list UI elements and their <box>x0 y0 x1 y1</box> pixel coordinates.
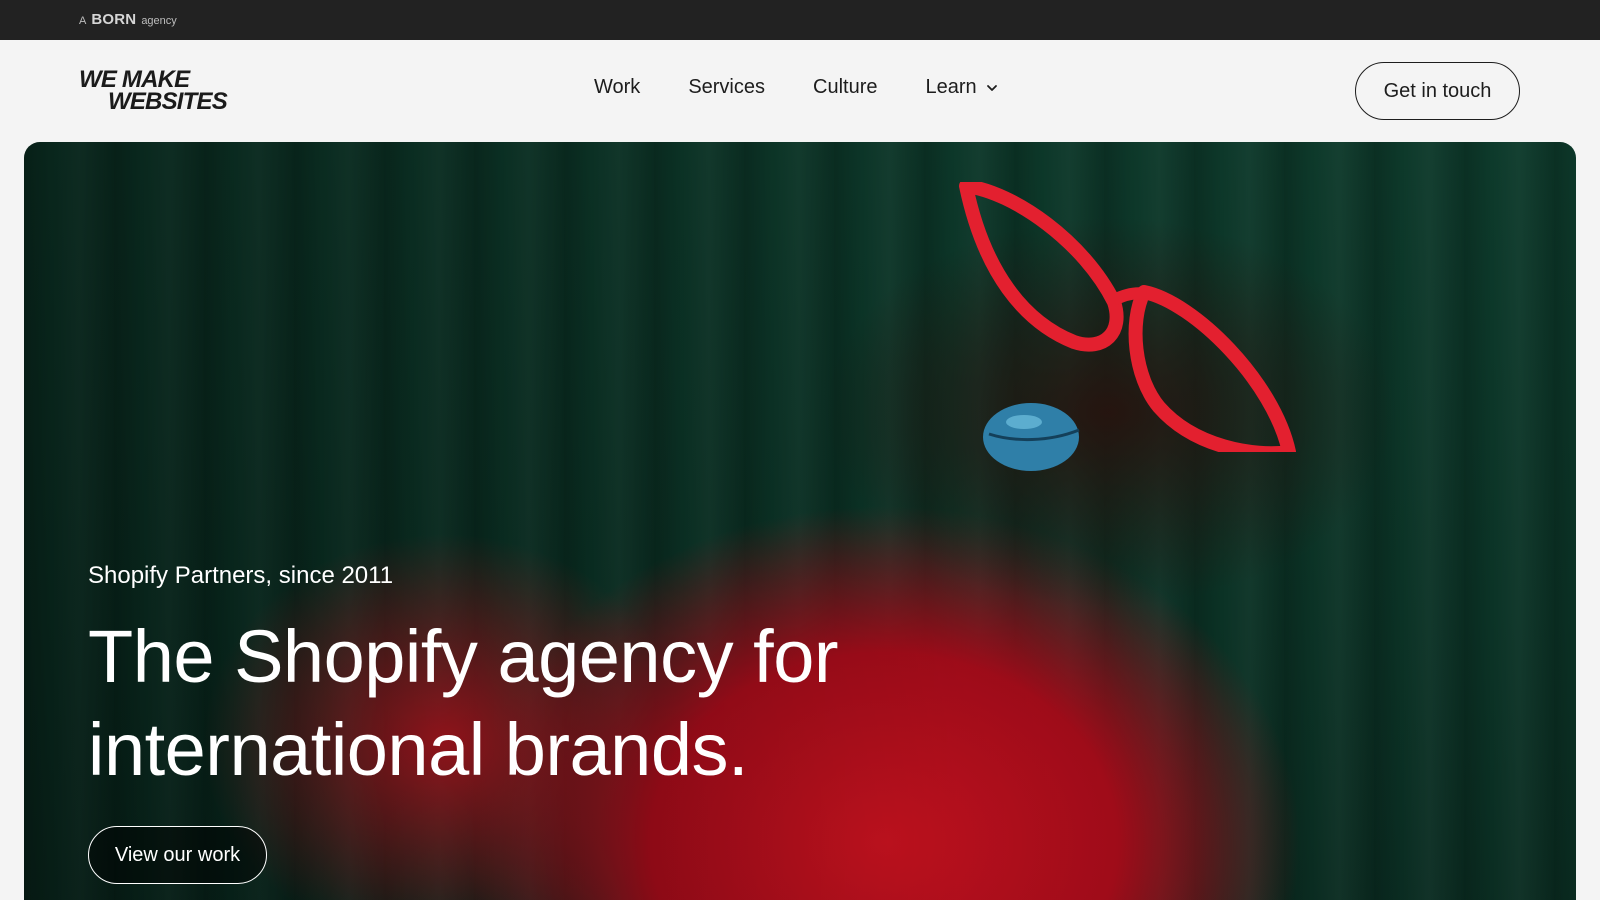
nav-item-label: Learn <box>925 76 977 98</box>
born-prefix: A <box>79 15 87 27</box>
hero-eyebrow: Shopify Partners, since 2011 <box>88 562 394 589</box>
top-announcement-bar: A BORN agency <box>0 0 1600 40</box>
nav-item-services[interactable]: Services <box>688 76 765 99</box>
primary-menu: Work Services Culture Learn <box>594 76 999 99</box>
nav-item-culture[interactable]: Culture <box>813 76 877 99</box>
born-agency-link[interactable]: A BORN agency <box>79 11 177 28</box>
logo-line-2: WEBSITES <box>108 88 228 115</box>
nav-item-label: Culture <box>813 76 878 98</box>
hero-headline: The Shopify agency for international bra… <box>88 615 839 791</box>
chevron-down-icon <box>986 84 997 91</box>
hero-content: Shopify Partners, since 2011 The Shopify… <box>88 562 908 884</box>
blue-lips-illustration <box>983 403 1080 471</box>
nav-item-label: Work <box>594 76 641 98</box>
get-in-touch-button[interactable]: Get in touch <box>1355 62 1520 120</box>
view-our-work-button[interactable]: View our work <box>88 826 267 884</box>
hero-banner: Shopify Partners, since 2011 The Shopify… <box>24 142 1576 900</box>
nav-item-learn[interactable]: Learn <box>926 76 999 99</box>
born-brand-logo: BORN <box>91 11 137 28</box>
main-navigation: WE MAKE WEBSITES Work Services Culture L… <box>0 40 1600 142</box>
site-logo[interactable]: WE MAKE WEBSITES <box>79 68 228 115</box>
born-suffix: agency <box>141 15 177 27</box>
nav-item-work[interactable]: Work <box>594 76 640 99</box>
nav-item-label: Services <box>688 76 766 98</box>
